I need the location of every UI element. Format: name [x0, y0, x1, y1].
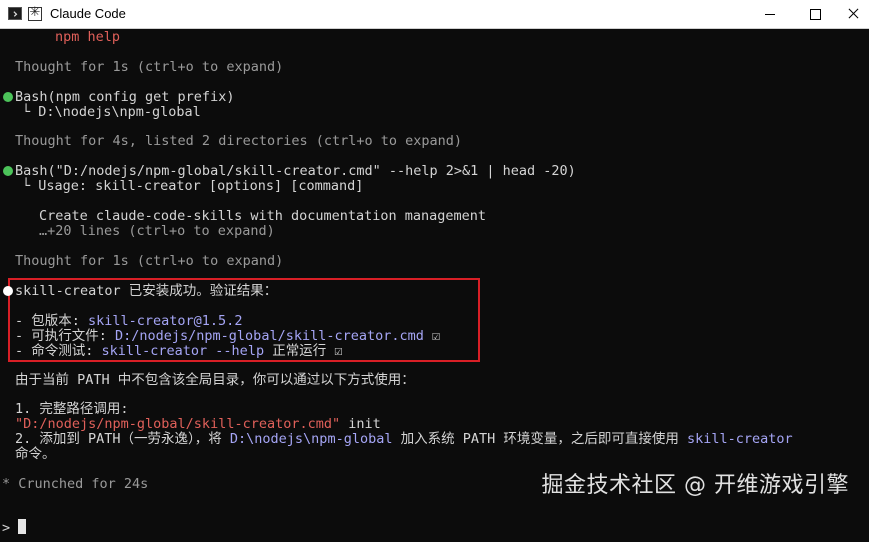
result-item: - 包版本: skill-creator@1.5.2 — [15, 313, 243, 329]
tool-call-dot-icon — [3, 92, 13, 102]
option-1-command: "D:/nodejs/npm-global/skill-creator.cmd"… — [15, 416, 381, 432]
thought-line: Thought for 4s, listed 2 directories (ct… — [15, 133, 463, 149]
title-bar[interactable]: ✳ Claude Code — [0, 0, 869, 29]
console-app-icon — [8, 7, 22, 20]
description-line: Create claude-code-skills with documenta… — [39, 208, 487, 224]
checkbox-icon: ☑ — [423, 328, 441, 344]
npm-help-text: npm help — [55, 29, 121, 45]
collapsed-lines-hint[interactable]: …+20 lines (ctrl+o to expand) — [39, 223, 275, 239]
prompt-chevron-icon: > — [2, 520, 11, 536]
response-dot-icon — [3, 286, 13, 296]
terminal-output[interactable]: npm help Thought for 1s (ctrl+o to expan… — [0, 29, 869, 542]
thought-line: Thought for 1s (ctrl+o to expand) — [15, 253, 284, 269]
input-prompt[interactable]: > — [2, 519, 27, 536]
bash-output: └ D:\nodejs\npm-global — [22, 104, 201, 120]
result-item: - 命令测试: skill-creator --help 正常运行 ☑ — [15, 343, 343, 359]
option-2-continuation: 命令。 — [15, 446, 56, 462]
bash-output: └ Usage: skill-creator [options] [comman… — [22, 178, 364, 194]
tool-call-dot-icon — [3, 166, 13, 176]
window-title: Claude Code — [50, 6, 126, 21]
result-item: - 可执行文件: D:/nodejs/npm-global/skill-crea… — [15, 328, 441, 344]
path-note: 由于当前 PATH 中不包含该全局目录，你可以通过以下方式使用： — [15, 372, 415, 388]
thought-line: Thought for 1s (ctrl+o to expand) — [15, 59, 284, 75]
checkbox-icon: ☑ — [326, 343, 343, 359]
option-2-line: 2. 添加到 PATH（一劳永逸），将 D:\nodejs\npm-global… — [15, 431, 793, 447]
close-button[interactable] — [838, 0, 869, 28]
crunched-status: * Crunched for 24s — [2, 476, 149, 492]
result-title: skill-creator 已安装成功。验证结果： — [15, 283, 278, 299]
claude-star-icon: ✳ — [28, 5, 42, 21]
bash-command: Bash("D:/nodejs/npm-global/skill-creator… — [15, 163, 576, 179]
watermark: 掘金技术社区 @ 开维游戏引擎 — [541, 473, 849, 498]
bash-command: Bash(npm config get prefix) — [15, 89, 235, 105]
text-cursor — [18, 519, 27, 534]
maximize-button[interactable] — [792, 0, 838, 28]
option-1-label: 1. 完整路径调用: — [15, 401, 129, 417]
minimize-button[interactable] — [746, 0, 792, 28]
terminal-window: ✳ Claude Code npm help Thought for 1s (c… — [0, 0, 869, 542]
